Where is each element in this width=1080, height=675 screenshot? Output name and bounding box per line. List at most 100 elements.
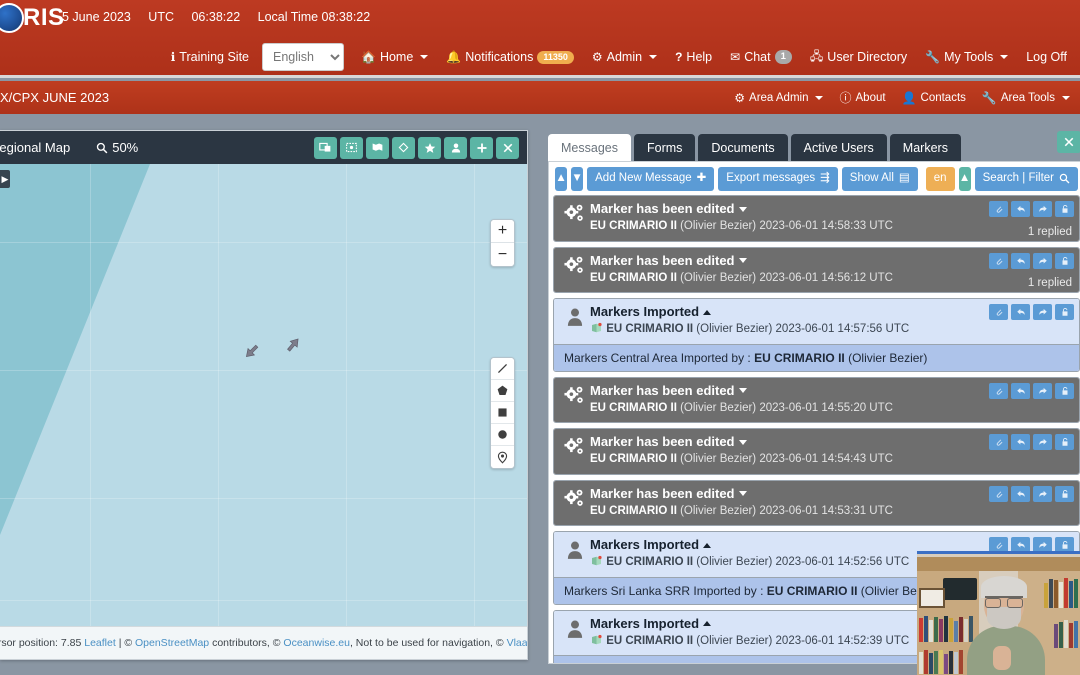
reply-icon[interactable] [1011, 434, 1030, 450]
user-marker-tool-button[interactable] [444, 136, 467, 159]
add-new-message-button[interactable]: Add New Message ✚ [587, 166, 715, 191]
message-meta: EU CRIMARIO II (Olivier Bezier) 2023-06-… [590, 270, 1073, 287]
unlock-icon[interactable] [1055, 485, 1074, 502]
show-all-button[interactable]: Show All ▤ [841, 166, 918, 191]
search-filter-button[interactable]: Search | Filter [974, 166, 1079, 191]
tab-messages[interactable]: Messages [548, 133, 631, 161]
vliz-link[interactable]: Vlaams Instituut voor de Zee [507, 637, 527, 649]
notifications-badge: 11350 [537, 50, 574, 64]
brand-logo[interactable]: RIS [0, 3, 65, 33]
leaflet-link[interactable]: Leaflet [84, 637, 116, 649]
zoom-out-button[interactable]: − [491, 243, 514, 266]
draw-marker-tool-button[interactable] [491, 446, 514, 468]
message-row[interactable]: Marker has been edited EU CRIMARIO II (O… [553, 246, 1080, 293]
draw-circle-tool-button[interactable] [491, 424, 514, 446]
unlock-icon[interactable] [1055, 304, 1074, 320]
diamond-marker-tool-button[interactable] [392, 136, 415, 159]
chevron-up-icon[interactable] [703, 621, 712, 627]
collapse-button[interactable]: ▲ [958, 166, 971, 191]
unlock-icon[interactable] [1055, 252, 1074, 269]
paperclip-icon[interactable] [989, 252, 1008, 269]
tab-documents[interactable]: Documents [698, 133, 788, 161]
area-nav-area-admin[interactable]: ⚙ Area Admin [726, 86, 831, 110]
chevron-up-icon[interactable] [703, 542, 712, 548]
import-icon [592, 323, 602, 333]
message-row[interactable]: Marker has been edited EU CRIMARIO II (O… [553, 479, 1080, 526]
message-row[interactable]: Marker has been edited EU CRIMARIO II (O… [553, 195, 1080, 242]
tab-active-users[interactable]: Active Users [790, 133, 887, 161]
draw-polygon-tool-button[interactable] [491, 380, 514, 402]
paperclip-icon[interactable] [989, 201, 1008, 217]
nav-admin[interactable]: ⚙ Admin [583, 44, 666, 70]
unlock-icon[interactable] [1055, 201, 1074, 217]
map-canvas[interactable]: ▶ + − [0, 164, 527, 628]
map-sidebar-toggle[interactable]: ▶ [0, 170, 10, 188]
export-messages-button[interactable]: Export messages ⇶ [718, 166, 838, 191]
forward-icon[interactable] [1033, 304, 1052, 320]
nav-home[interactable]: 🏠 Home [352, 44, 437, 70]
add-marker-tool-button[interactable] [470, 136, 493, 159]
chevron-up-icon[interactable] [703, 309, 712, 315]
forward-icon[interactable] [1033, 252, 1052, 269]
paperclip-icon[interactable] [989, 485, 1008, 502]
tab-forms[interactable]: Forms [633, 133, 696, 161]
chevron-down-icon[interactable] [738, 439, 747, 445]
paperclip-icon[interactable] [989, 434, 1008, 450]
forward-icon[interactable] [1033, 382, 1052, 399]
scroll-down-button[interactable]: ▼ [571, 166, 584, 191]
area-nav-contacts[interactable]: 👤 Contacts [894, 86, 974, 110]
language-code-button[interactable]: en [925, 166, 955, 191]
forward-icon[interactable] [1033, 201, 1052, 217]
message-timestamp: (Olivier Bezier) 2023-06-01 14:52:39 UTC [696, 634, 910, 647]
area-nav-about[interactable]: ⓘ About [831, 84, 893, 111]
openstreetmap-link[interactable]: OpenStreetMap [135, 637, 209, 649]
message-meta: EU CRIMARIO II (Olivier Bezier) 2023-06-… [590, 218, 1073, 235]
oceanwise-link[interactable]: Oceanwise.eu [283, 637, 350, 649]
reply-icon[interactable] [1011, 201, 1030, 217]
panel-close-button[interactable] [1057, 131, 1080, 153]
paperclip-icon[interactable] [989, 382, 1008, 399]
language-select[interactable]: English [262, 43, 344, 71]
map-zoom-indicator[interactable]: 50% [96, 140, 138, 155]
unlock-icon[interactable] [1055, 382, 1074, 399]
chevron-down-icon[interactable] [738, 388, 747, 394]
unlock-icon[interactable] [1055, 434, 1074, 450]
nav-log-off[interactable]: Log Off [1017, 44, 1076, 70]
tab-markers[interactable]: Markers [889, 133, 961, 161]
draw-rectangle-tool-button[interactable] [491, 402, 514, 424]
chevron-down-icon[interactable] [738, 206, 747, 212]
reply-icon[interactable] [1011, 304, 1030, 320]
vessel-arrow-marker[interactable] [239, 338, 264, 363]
nav-notifications[interactable]: 🔔 Notifications 11350 [437, 44, 583, 70]
message-row[interactable]: Marker has been edited EU CRIMARIO II (O… [553, 428, 1080, 475]
webcam-video-overlay[interactable] [917, 551, 1080, 675]
draw-line-tool-button[interactable] [491, 358, 514, 380]
select-area-tool-button[interactable] [340, 136, 363, 159]
reply-icon[interactable] [1011, 382, 1030, 399]
nav-training-site[interactable]: ℹ Training Site [162, 44, 258, 70]
forward-icon[interactable] [1033, 485, 1052, 502]
fullscreen-tool-button[interactable] [496, 136, 519, 159]
close-icon [1064, 137, 1074, 147]
reply-icon[interactable] [1011, 485, 1030, 502]
message-row[interactable]: Markers Imported EU CRIMARIO II (Olivier… [553, 298, 1080, 372]
reply-icon[interactable] [1011, 252, 1030, 269]
vessel-arrow-marker[interactable] [280, 332, 305, 357]
paperclip-icon[interactable] [989, 304, 1008, 320]
chevron-down-icon[interactable] [738, 258, 747, 264]
layers-tool-button[interactable] [366, 136, 389, 159]
forward-icon[interactable] [1033, 434, 1052, 450]
nav-user-directory[interactable]: 🖧 User Directory [801, 41, 916, 74]
screenshot-tool-button[interactable] [314, 136, 337, 159]
favourite-tool-button[interactable] [418, 136, 441, 159]
nav-help[interactable]: ? Help [666, 44, 721, 70]
area-nav-area-tools[interactable]: 🔧 Area Tools [974, 86, 1078, 110]
panel-tabs: Messages Forms Documents Active Users Ma… [548, 130, 961, 161]
message-body-author: EU CRIMARIO II [766, 583, 858, 598]
nav-my-tools[interactable]: 🔧 My Tools [916, 44, 1017, 70]
zoom-in-button[interactable]: + [491, 220, 514, 243]
nav-chat[interactable]: ✉ Chat 1 [721, 44, 801, 70]
chevron-down-icon[interactable] [738, 491, 747, 497]
scroll-up-button[interactable]: ▲ [555, 166, 568, 191]
message-row[interactable]: Marker has been edited EU CRIMARIO II (O… [553, 376, 1080, 423]
